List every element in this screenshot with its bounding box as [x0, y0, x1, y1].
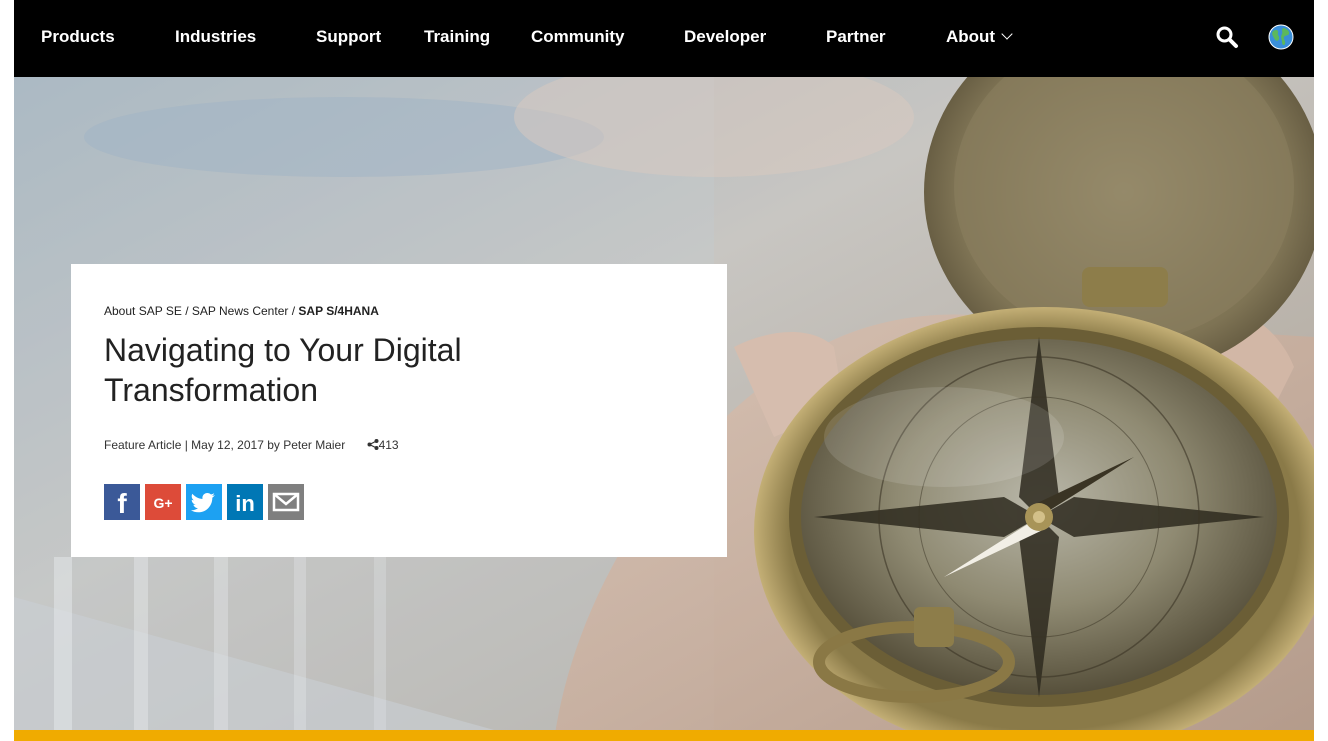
- svg-text:f: f: [117, 488, 127, 519]
- nav-community[interactable]: Community: [531, 26, 625, 48]
- nav-partner[interactable]: Partner: [826, 26, 886, 48]
- page-title-line-2: Transformation: [104, 372, 318, 408]
- googleplus-icon: G+: [145, 484, 181, 520]
- breadcrumb-about-sap[interactable]: About SAP SE: [104, 304, 182, 318]
- breadcrumb: About SAP SE / SAP News Center / SAP S/4…: [104, 304, 379, 318]
- chevron-down-icon: [1001, 28, 1013, 40]
- linkedin-share-button[interactable]: in: [227, 484, 263, 520]
- svg-text:G+: G+: [153, 495, 172, 511]
- article-card: About SAP SE / SAP News Center / SAP S/4…: [71, 264, 727, 557]
- nav-developer[interactable]: Developer: [684, 26, 766, 48]
- nav-about-label: About: [946, 27, 996, 46]
- email-share-button[interactable]: [268, 484, 304, 520]
- breadcrumb-separator: /: [185, 304, 189, 318]
- nav-products[interactable]: Products: [41, 26, 115, 48]
- nav-industries[interactable]: Industries: [175, 26, 256, 48]
- nav-training[interactable]: Training: [424, 26, 490, 48]
- breadcrumb-separator: /: [291, 304, 296, 318]
- facebook-share-button[interactable]: f: [104, 484, 140, 520]
- article-meta: Feature Article | May 12, 2017 by Peter …: [104, 438, 399, 452]
- breadcrumb-current[interactable]: SAP S/4HANA: [298, 304, 378, 318]
- top-navigation: Products Industries Support Training Com…: [14, 0, 1314, 77]
- accent-bar: [14, 730, 1314, 741]
- twitter-icon: [186, 484, 222, 520]
- share-count-value: 413: [378, 438, 399, 452]
- nav-about[interactable]: About: [946, 26, 1013, 48]
- twitter-share-button[interactable]: [186, 484, 222, 520]
- article-byline: Feature Article | May 12, 2017 by Peter …: [104, 438, 346, 452]
- page-title-line-1: Navigating to Your Digital: [104, 332, 462, 368]
- googleplus-share-button[interactable]: G+: [145, 484, 181, 520]
- page-title: Navigating to Your Digital Transformatio…: [104, 330, 624, 410]
- share-icon: [367, 439, 379, 450]
- globe-icon[interactable]: [1268, 24, 1294, 50]
- search-icon[interactable]: [1214, 24, 1240, 50]
- envelope-icon: [268, 484, 304, 520]
- nav-support[interactable]: Support: [316, 26, 381, 48]
- breadcrumb-news-center[interactable]: SAP News Center: [192, 304, 289, 318]
- svg-text:in: in: [235, 491, 255, 516]
- linkedin-icon: in: [227, 484, 263, 520]
- share-count[interactable]: 413: [367, 438, 399, 452]
- page: Products Industries Support Training Com…: [0, 0, 1328, 741]
- facebook-icon: f: [104, 484, 140, 520]
